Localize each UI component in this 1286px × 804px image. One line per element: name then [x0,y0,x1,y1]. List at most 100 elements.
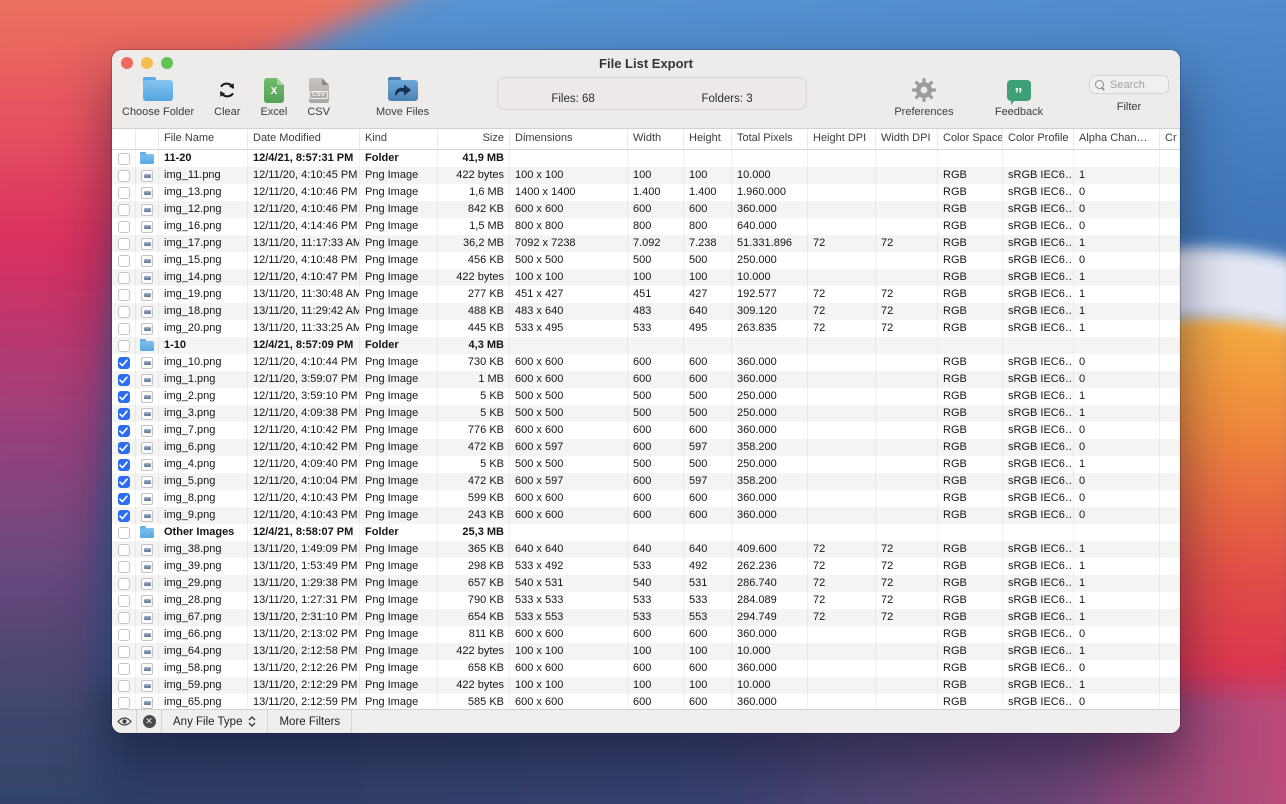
column-header-created[interactable]: Cr [1160,129,1180,149]
row-checkbox[interactable] [117,339,130,352]
search-field[interactable] [1089,75,1169,94]
row-checkbox[interactable] [117,458,130,471]
table-row-file[interactable]: img_17.png 13/11/20, 11:17:33 AM Png Image… [112,235,1180,252]
row-checkbox[interactable] [117,696,130,709]
row-checkbox[interactable] [117,543,130,556]
move-files-button[interactable]: Move Files [376,76,429,118]
column-header-size[interactable]: Size [438,129,510,149]
row-checkbox[interactable] [117,271,130,284]
table-row-file[interactable]: img_19.png 13/11/20, 11:30:48 AM Png Image… [112,286,1180,303]
row-checkbox[interactable] [117,475,130,488]
table-row-file[interactable]: img_64.png 13/11/20, 2:12:58 PM Png Image 4… [112,643,1180,660]
row-checkbox[interactable] [117,152,130,165]
row-checkbox[interactable] [117,186,130,199]
close-button[interactable] [121,57,133,69]
table-row-file[interactable]: img_67.png 13/11/20, 2:31:10 PM Png Image 6… [112,609,1180,626]
column-header-alpha_channels[interactable]: Alpha Chan… [1074,129,1160,149]
column-header-height[interactable]: Height [684,129,732,149]
table-row-file[interactable]: img_2.png 12/11/20, 3:59:10 PM Png Image 5 … [112,388,1180,405]
table-row-file[interactable]: img_6.png 12/11/20, 4:10:42 PM Png Image 47… [112,439,1180,456]
table-row-file[interactable]: img_5.png 12/11/20, 4:10:04 PM Png Image 47… [112,473,1180,490]
toggle-visibility-button[interactable] [112,710,137,733]
row-checkbox[interactable] [117,645,130,658]
row-checkbox[interactable] [117,169,130,182]
row-checkbox[interactable] [117,662,130,675]
table-row-file[interactable]: img_12.png 12/11/20, 4:10:46 PM Png Image 8… [112,201,1180,218]
row-checkbox[interactable] [117,356,130,369]
table-row-file[interactable]: img_58.png 13/11/20, 2:12:26 PM Png Image 6… [112,660,1180,677]
row-checkbox[interactable] [117,254,130,267]
row-checkbox[interactable] [117,628,130,641]
row-checkbox[interactable] [117,373,130,386]
row-checkbox[interactable] [117,679,130,692]
row-checkbox[interactable] [117,560,130,573]
column-header-width[interactable]: Width [628,129,684,149]
table-row-file[interactable]: img_11.png 12/11/20, 4:10:45 PM Png Image 4… [112,167,1180,184]
table-row-file[interactable]: img_8.png 12/11/20, 4:10:43 PM Png Image 59… [112,490,1180,507]
search-input[interactable] [1108,77,1163,92]
row-checkbox[interactable] [117,305,130,318]
table-row-file[interactable]: img_59.png 13/11/20, 2:12:29 PM Png Image 4… [112,677,1180,694]
row-checkbox[interactable] [117,322,130,335]
cell-height_dpi [808,473,876,490]
row-checkbox[interactable] [117,509,130,522]
row-checkbox[interactable] [117,492,130,505]
row-checkbox[interactable] [117,288,130,301]
column-header-kind[interactable]: Kind [360,129,438,149]
row-checkbox[interactable] [117,611,130,624]
preferences-button[interactable]: Preferences [893,76,955,118]
table-row-file[interactable]: img_1.png 12/11/20, 3:59:07 PM Png Image 1 … [112,371,1180,388]
column-header-checkbox[interactable] [112,129,136,149]
row-checkbox[interactable] [117,237,130,250]
table-row-file[interactable]: img_65.png 13/11/20, 2:12:59 PM Png Image 5… [112,694,1180,709]
clear-button[interactable]: Clear [214,76,240,118]
file-type-dropdown[interactable]: Any File Type [162,710,269,733]
column-header-dimensions[interactable]: Dimensions [510,129,628,149]
table-row-file[interactable]: img_38.png 13/11/20, 1:49:09 PM Png Image 3… [112,541,1180,558]
table-row-folder[interactable]: 1-10 12/4/21, 8:57:09 PM Folder 4,3 MB [112,337,1180,354]
zoom-button[interactable] [161,57,173,69]
table-row-file[interactable]: img_18.png 13/11/20, 11:29:42 AM Png Image… [112,303,1180,320]
row-checkbox[interactable] [117,441,130,454]
table-row-file[interactable]: img_66.png 13/11/20, 2:13:02 PM Png Image 8… [112,626,1180,643]
row-checkbox[interactable] [117,526,130,539]
clear-filter-button[interactable]: ✕ [137,710,162,733]
excel-export-button[interactable]: X Excel [260,76,287,118]
table-row-folder[interactable]: Other Images 12/4/21, 8:58:07 PM Folder 25,… [112,524,1180,541]
table-row-file[interactable]: img_15.png 12/11/20, 4:10:48 PM Png Image 4… [112,252,1180,269]
table-row-file[interactable]: img_9.png 12/11/20, 4:10:43 PM Png Image 24… [112,507,1180,524]
row-checkbox[interactable] [117,220,130,233]
column-header-icon[interactable] [136,129,159,149]
table-row-file[interactable]: img_20.png 13/11/20, 11:33:25 AM Png Image… [112,320,1180,337]
more-filters-button[interactable]: More Filters [268,710,353,733]
row-checkbox[interactable] [117,594,130,607]
table-row-file[interactable]: img_3.png 12/11/20, 4:09:38 PM Png Image 5 … [112,405,1180,422]
cell-height [684,337,732,354]
table-row-file[interactable]: img_10.png 12/11/20, 4:10:44 PM Png Image 7… [112,354,1180,371]
column-header-height_dpi[interactable]: Height DPI [808,129,876,149]
column-header-total_pixels[interactable]: Total Pixels [732,129,808,149]
table-row-file[interactable]: img_29.png 13/11/20, 1:29:38 PM Png Image 6… [112,575,1180,592]
table-row-file[interactable]: img_28.png 13/11/20, 1:27:31 PM Png Image 7… [112,592,1180,609]
row-checkbox[interactable] [117,577,130,590]
row-checkbox[interactable] [117,407,130,420]
row-checkbox[interactable] [117,203,130,216]
csv-export-button[interactable]: CSV CSV [307,76,330,118]
table-row-file[interactable]: img_13.png 12/11/20, 4:10:46 PM Png Image 1… [112,184,1180,201]
table-row-file[interactable]: img_39.png 13/11/20, 1:53:49 PM Png Image 2… [112,558,1180,575]
column-header-color_space[interactable]: Color Space [938,129,1003,149]
table-row-file[interactable]: img_7.png 12/11/20, 4:10:42 PM Png Image 77… [112,422,1180,439]
column-header-color_profile[interactable]: Color Profile [1003,129,1074,149]
table-row-file[interactable]: img_14.png 12/11/20, 4:10:47 PM Png Image 4… [112,269,1180,286]
column-header-name[interactable]: File Name [159,129,248,149]
table-row-file[interactable]: img_4.png 12/11/20, 4:09:40 PM Png Image 5 … [112,456,1180,473]
minimize-button[interactable] [141,57,153,69]
choose-folder-button[interactable]: Choose Folder [122,76,194,118]
table-row-file[interactable]: img_16.png 12/11/20, 4:14:46 PM Png Image 1… [112,218,1180,235]
column-header-width_dpi[interactable]: Width DPI [876,129,938,149]
row-checkbox[interactable] [117,390,130,403]
table-row-folder[interactable]: 11-20 12/4/21, 8:57:31 PM Folder 41,9 MB [112,150,1180,167]
row-checkbox[interactable] [117,424,130,437]
column-header-date[interactable]: Date Modified [248,129,360,149]
feedback-button[interactable]: ” Feedback [986,76,1052,118]
